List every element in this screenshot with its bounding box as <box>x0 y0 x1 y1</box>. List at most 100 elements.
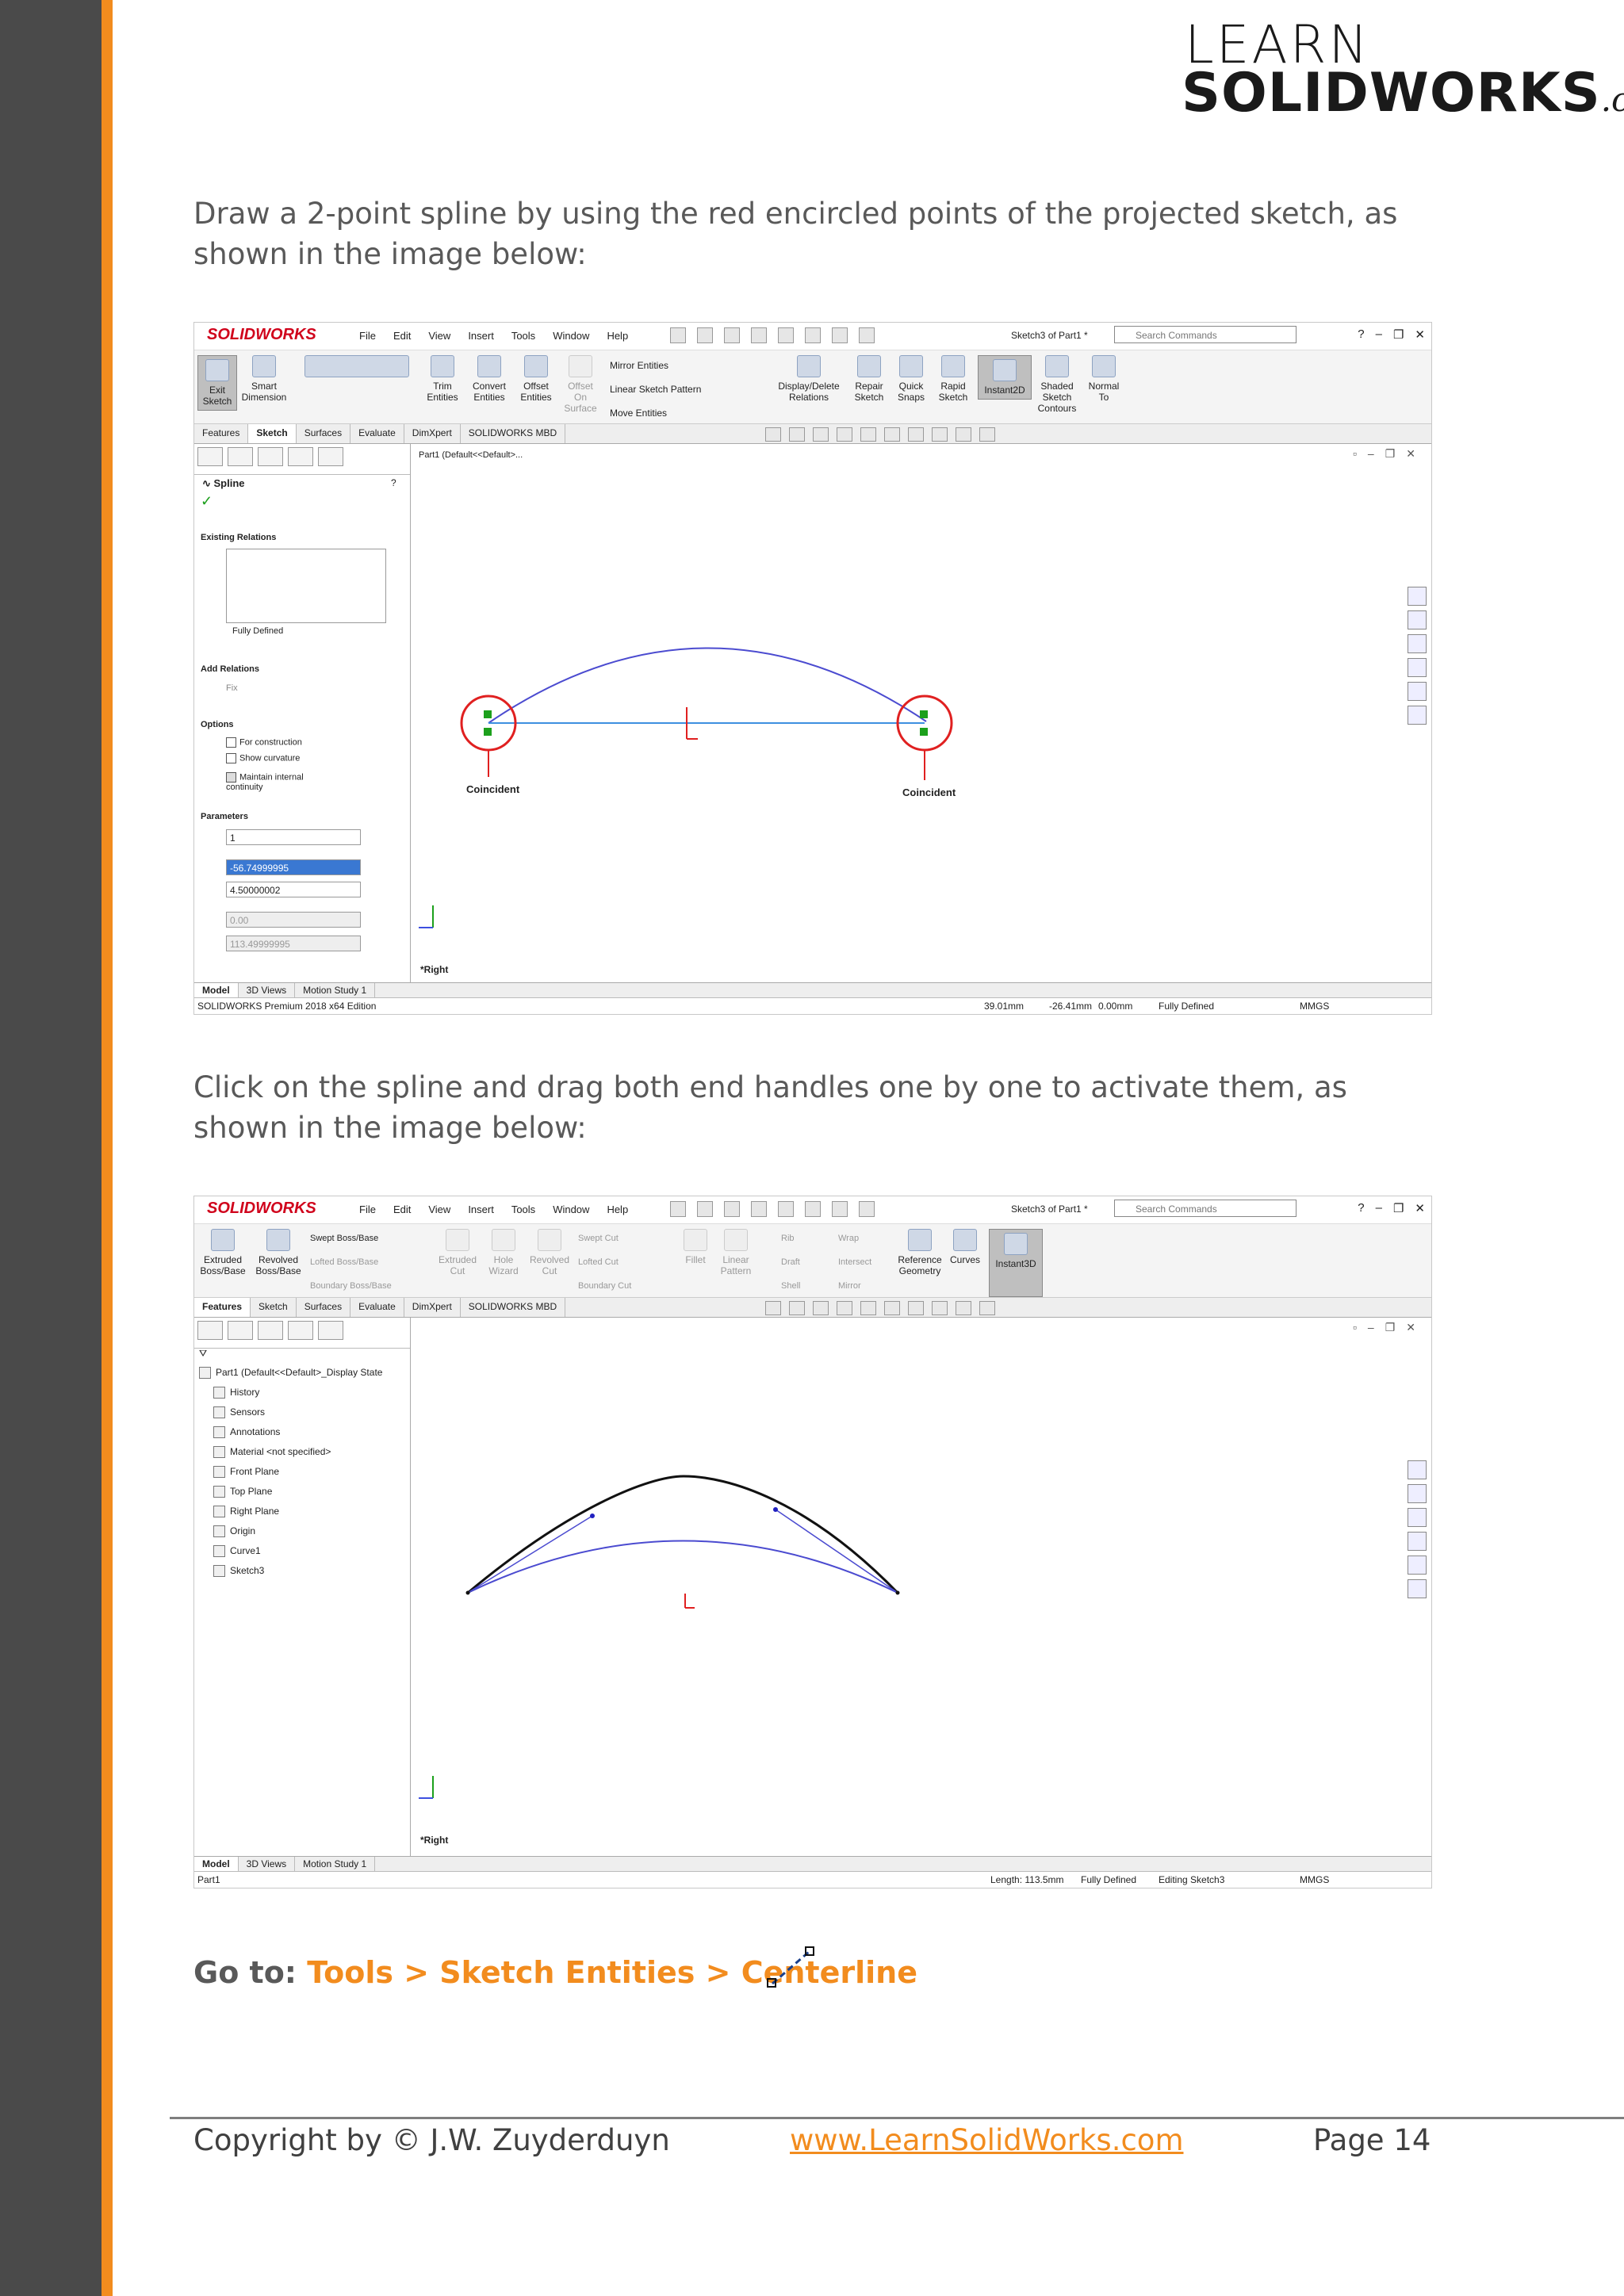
menu-tools[interactable]: Tools <box>511 1203 535 1215</box>
tree-right-plane[interactable]: Right Plane <box>213 1506 279 1518</box>
print-icon[interactable] <box>778 1201 794 1217</box>
minimize-icon[interactable]: – <box>1376 327 1382 342</box>
quick-snaps-button[interactable]: Quick Snaps <box>894 355 929 403</box>
move-entities-button[interactable]: Move Entities <box>610 408 667 419</box>
hole-wizard-button[interactable]: Hole Wizard <box>483 1229 524 1276</box>
right-spline-point[interactable] <box>895 1590 900 1595</box>
dimxpert-manager-tab[interactable] <box>288 1321 313 1340</box>
zoom-area-icon[interactable] <box>789 1301 805 1315</box>
tab-sketch[interactable]: Sketch <box>251 1298 297 1317</box>
intersect-button[interactable]: Intersect <box>838 1257 871 1267</box>
display-delete-relations-button[interactable]: Display/Delete Relations <box>773 355 845 403</box>
help-icon[interactable]: ? <box>1358 327 1364 342</box>
appearance-icon[interactable] <box>932 1301 948 1315</box>
left-spline-point[interactable] <box>465 1590 470 1595</box>
tangency-field[interactable]: 113.49999995 <box>226 936 361 951</box>
help-icon[interactable]: ? <box>1358 1201 1364 1215</box>
view-orientation-icon[interactable] <box>860 427 876 442</box>
display-manager-tab[interactable] <box>318 1321 343 1340</box>
y-coordinate-field[interactable]: 4.50000002 <box>226 882 361 897</box>
offset-on-surface-button[interactable]: Offset On Surface <box>561 355 600 414</box>
select-icon[interactable] <box>832 1201 848 1217</box>
revolved-cut-button[interactable]: Revolved Cut <box>529 1229 570 1276</box>
open-icon[interactable] <box>724 327 740 343</box>
unit-system[interactable]: MMGS <box>1300 1872 1329 1888</box>
new-icon[interactable] <box>697 327 713 343</box>
maintain-continuity-checkbox[interactable]: Maintain internal continuity <box>226 772 337 792</box>
smart-dimension-button[interactable]: Smart Dimension <box>239 355 289 403</box>
tab-surfaces[interactable]: Surfaces <box>297 424 351 443</box>
linear-sketch-pattern-button[interactable]: Linear Sketch Pattern <box>610 384 701 395</box>
lofted-boss-button[interactable]: Lofted Boss/Base <box>310 1257 378 1267</box>
menu-view[interactable]: View <box>428 330 450 342</box>
custom-properties-icon[interactable] <box>1408 706 1427 725</box>
restore-icon[interactable]: ❐ <box>1393 1201 1404 1215</box>
menu-insert[interactable]: Insert <box>468 1203 494 1215</box>
revolved-boss-button[interactable]: Revolved Boss/Base <box>253 1229 304 1276</box>
options-icon[interactable] <box>859 1201 875 1217</box>
tab-surfaces[interactable]: Surfaces <box>297 1298 351 1317</box>
options-icon[interactable] <box>859 327 875 343</box>
left-handle-endpoint[interactable] <box>590 1513 595 1518</box>
file-explorer-icon[interactable] <box>1408 634 1427 653</box>
point-number-field[interactable]: 1 <box>226 829 361 845</box>
design-library-icon[interactable] <box>1408 1484 1427 1503</box>
menu-insert[interactable]: Insert <box>468 330 494 342</box>
spline-curve[interactable] <box>488 647 927 724</box>
unit-system[interactable]: MMGS <box>1300 998 1329 1014</box>
zoom-area-icon[interactable] <box>789 427 805 442</box>
previous-view-icon[interactable] <box>813 427 829 442</box>
parameters-header[interactable]: Parameters <box>201 812 248 821</box>
relations-list[interactable] <box>226 549 386 623</box>
tree-origin[interactable]: Origin <box>213 1525 255 1538</box>
display-style-icon[interactable] <box>884 1301 900 1315</box>
print-icon[interactable] <box>778 327 794 343</box>
shaded-sketch-contours-button[interactable]: Shaded Sketch Contours <box>1033 355 1081 414</box>
display-style-icon[interactable] <box>884 427 900 442</box>
tree-part1[interactable]: Part1 (Default<<Default>_Display State <box>199 1367 382 1380</box>
appearance-icon[interactable] <box>932 427 948 442</box>
menu-window[interactable]: Window <box>553 330 589 342</box>
tab-motion-study[interactable]: Motion Study 1 <box>295 983 376 997</box>
tab-features[interactable]: Features <box>194 1298 251 1317</box>
tab-features[interactable]: Features <box>194 424 249 443</box>
draft-button[interactable]: Draft <box>781 1257 800 1267</box>
configuration-manager-tab[interactable] <box>258 1321 283 1340</box>
modified-spline[interactable] <box>467 1475 899 1594</box>
tree-sketch3[interactable]: Sketch3 <box>213 1565 264 1578</box>
search-commands-input[interactable]: Search Commands <box>1114 1200 1297 1217</box>
tab-mbd[interactable]: SOLIDWORKS MBD <box>461 424 566 443</box>
home-icon[interactable] <box>670 327 686 343</box>
tab-evaluate[interactable]: Evaluate <box>350 1298 404 1317</box>
fix-relation[interactable]: Fix <box>226 683 238 693</box>
tab-mbd[interactable]: SOLIDWORKS MBD <box>461 1298 566 1317</box>
right-spline-handle[interactable] <box>775 1509 898 1594</box>
rib-button[interactable]: Rib <box>781 1234 795 1243</box>
viewport-close-icon[interactable]: ✕ <box>1406 1321 1415 1334</box>
hide-show-icon[interactable] <box>908 1301 924 1315</box>
menu-edit[interactable]: Edit <box>393 1203 411 1215</box>
add-relations-header[interactable]: Add Relations <box>201 664 259 674</box>
zoom-fit-icon[interactable] <box>765 1301 781 1315</box>
appearances-icon[interactable] <box>1408 682 1427 701</box>
property-manager-tab[interactable] <box>228 447 253 466</box>
tab-motion-study[interactable]: Motion Study 1 <box>295 1857 376 1871</box>
wrap-button[interactable]: Wrap <box>838 1234 859 1243</box>
minimize-icon[interactable]: – <box>1376 1201 1382 1215</box>
tree-history[interactable]: History <box>213 1387 259 1399</box>
tree-top-plane[interactable]: Top Plane <box>213 1486 272 1498</box>
zoom-fit-icon[interactable] <box>765 427 781 442</box>
tab-3d-views[interactable]: 3D Views <box>239 1857 296 1871</box>
tree-curve1[interactable]: Curve1 <box>213 1545 261 1558</box>
tab-dimxpert[interactable]: DimXpert <box>404 1298 461 1317</box>
normal-to-button[interactable]: Normal To <box>1084 355 1124 403</box>
restore-icon[interactable]: ❐ <box>1393 327 1404 342</box>
instant2d-button[interactable]: Instant2D <box>978 355 1032 400</box>
tree-sensors[interactable]: Sensors <box>213 1406 265 1419</box>
feature-manager-tab[interactable] <box>197 447 223 466</box>
menu-help[interactable]: Help <box>607 1203 628 1215</box>
file-explorer-icon[interactable] <box>1408 1508 1427 1527</box>
mirror-entities-button[interactable]: Mirror Entities <box>610 360 668 371</box>
filter-icon[interactable]: ⛛ <box>199 1348 207 1360</box>
curves-button[interactable]: Curves <box>948 1229 982 1265</box>
